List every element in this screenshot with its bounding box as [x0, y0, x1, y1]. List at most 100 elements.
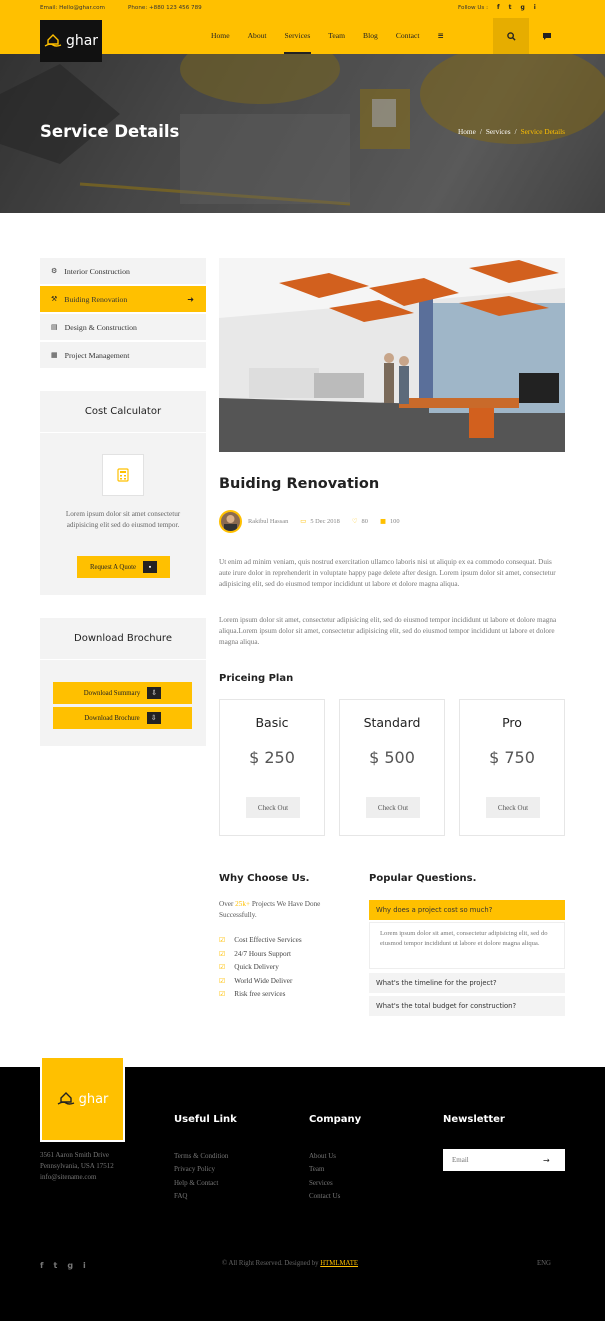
why-intro: Over 25k+ Projects We Have Done Successf… [219, 899, 354, 921]
check-icon: ☑ [219, 936, 226, 944]
footer-logo[interactable]: ghar [40, 1056, 125, 1142]
nav-services[interactable]: Services [276, 18, 320, 54]
post-meta: Rakibul Hassan ▭ 5 Dec 2018 ♡ 80 ■ 100 [248, 517, 400, 525]
language-selector[interactable]: ENG [537, 1260, 551, 1267]
service-item-renovation[interactable]: ⚒ Buiding Renovation ➜ [40, 286, 206, 312]
contact-phone[interactable]: Phone: +880 123 456 789 [128, 5, 202, 11]
faq-question[interactable]: What's the timeline for the project? [369, 973, 565, 993]
download-icon: ⇩ [147, 687, 162, 699]
feature-label: 24/7 Hours Support [234, 950, 291, 958]
service-item-management[interactable]: ▦ Project Management [40, 342, 206, 368]
request-quote-button[interactable]: Request A Quote ▪ [77, 556, 170, 578]
service-item-label: Design & Construction [64, 322, 137, 332]
chat-icon [543, 32, 551, 40]
logo-text: ghar [65, 33, 99, 49]
service-item-interior[interactable]: ⚙ Interior Construction [40, 258, 206, 284]
cost-calculator-widget: Cost Calculator Lorem ipsum dolor sit am… [40, 391, 206, 595]
post-paragraph: Ut enim ad minim veniam, quis nostrud ex… [219, 558, 556, 589]
footer-link[interactable]: Terms & Condition [174, 1150, 228, 1163]
footer-link[interactable]: Contact Us [309, 1190, 340, 1203]
hand-house-icon [57, 1092, 74, 1105]
price-card-basic: Basic $ 250 Check Out [219, 699, 325, 836]
check-out-button[interactable]: Check Out [246, 797, 300, 818]
download-summary-button[interactable]: Download Summary ⇩ [53, 682, 192, 704]
feature-item: ☑ Risk free services [219, 990, 285, 998]
designer-link[interactable]: HTMLMATE [320, 1260, 358, 1267]
facebook-icon[interactable]: f [497, 4, 500, 11]
faq-question-open[interactable]: Why does a project cost so much? [369, 900, 565, 920]
blueprint-icon: ▤ [51, 323, 58, 331]
plan-name: Standard [363, 715, 421, 730]
check-out-button[interactable]: Check Out [366, 797, 420, 818]
footer-link[interactable]: Help & Contact [174, 1177, 228, 1190]
instagram-icon[interactable]: i [534, 4, 536, 11]
newsletter-email-input[interactable] [443, 1150, 543, 1170]
faq-answer: Lorem ipsum dolor sit amet, consectetur … [369, 922, 565, 969]
service-image [219, 258, 565, 452]
menu-icon[interactable]: ≡ [428, 18, 452, 54]
search-button[interactable] [493, 18, 529, 54]
google-plus-icon[interactable]: g [521, 4, 525, 11]
twitter-icon[interactable]: t [53, 1261, 57, 1270]
footer-link[interactable]: Services [309, 1177, 340, 1190]
google-plus-icon[interactable]: g [67, 1261, 73, 1270]
footer-social: f t g i [40, 1261, 86, 1270]
heart-icon: ♡ [351, 517, 358, 525]
download-brochure-widget: Download Brochure Download Summary ⇩ Dow… [40, 618, 206, 746]
faq-question[interactable]: What's the total budget for construction… [369, 996, 565, 1016]
like-count: 80 [361, 517, 368, 525]
comment-icon: ■ [379, 517, 386, 525]
feature-label: Risk free services [234, 990, 286, 998]
main-nav: Home About Services Team Blog Contact ≡ [202, 18, 453, 54]
pricing-title: Priceing Plan [219, 673, 294, 684]
footer-address: 3561 Aaron Smith Drive Pennsylvania, USA… [40, 1150, 114, 1183]
plan-price: $ 250 [249, 748, 295, 767]
instagram-icon[interactable]: i [83, 1261, 86, 1270]
nav-blog[interactable]: Blog [354, 18, 387, 54]
facebook-icon[interactable]: f [40, 1261, 43, 1270]
plan-price: $ 500 [369, 748, 415, 767]
download-brochure-label: Download Brochure [84, 714, 140, 722]
logo-text: ghar [78, 1091, 109, 1107]
search-icon [506, 31, 516, 41]
check-icon: ☑ [219, 963, 226, 971]
footer-link[interactable]: Privacy Policy [174, 1163, 228, 1176]
copyright-text: © All Right Reserved. Designed by [222, 1260, 321, 1267]
contact-email[interactable]: Email: Hello@ghar.com [40, 5, 105, 11]
breadcrumb-home[interactable]: Home [458, 127, 476, 136]
site-logo[interactable]: ghar [40, 20, 102, 62]
download-brochure-button[interactable]: Download Brochure ⇩ [53, 707, 192, 729]
footer-email[interactable]: info@sitename.com [40, 1172, 114, 1183]
service-item-design[interactable]: ▤ Design & Construction [40, 314, 206, 340]
nav-contact[interactable]: Contact [387, 18, 429, 54]
twitter-icon[interactable]: t [509, 4, 512, 11]
company-title: Company [309, 1114, 362, 1125]
chat-button[interactable] [529, 18, 565, 54]
feature-item: ☑ Cost Effective Services [219, 936, 302, 944]
calculator-icon-box [102, 454, 144, 496]
comment-count: 100 [389, 517, 400, 525]
widget-title: Cost Calculator [40, 391, 206, 433]
footer-link[interactable]: About Us [309, 1150, 340, 1163]
check-out-button[interactable]: Check Out [486, 797, 540, 818]
plan-price: $ 750 [489, 748, 535, 767]
footer-link[interactable]: FAQ [174, 1190, 228, 1203]
page-banner: Service Details Home / Services / Servic… [0, 54, 605, 213]
nav-team[interactable]: Team [319, 18, 354, 54]
why-choose-title: Why Choose Us. [219, 873, 310, 884]
send-arrow-icon[interactable]: → [543, 1156, 550, 1165]
download-icon: ⇩ [146, 712, 161, 724]
social-links: f t g i [497, 4, 536, 11]
nav-about[interactable]: About [239, 18, 276, 54]
author-avatar[interactable] [219, 510, 242, 533]
author-name[interactable]: Rakibul Hassan [248, 518, 288, 525]
service-item-label: Interior Construction [64, 266, 130, 276]
post-paragraph: Lorem ipsum dolor sit amet, consectetur … [219, 616, 557, 647]
post-title: Buiding Renovation [219, 476, 380, 492]
newsletter-form: → [443, 1149, 565, 1171]
nav-home[interactable]: Home [202, 18, 239, 54]
footer-link[interactable]: Team [309, 1163, 340, 1176]
hand-house-icon [44, 34, 62, 47]
breadcrumb-services[interactable]: Services [486, 127, 511, 136]
plan-name: Basic [255, 715, 289, 730]
